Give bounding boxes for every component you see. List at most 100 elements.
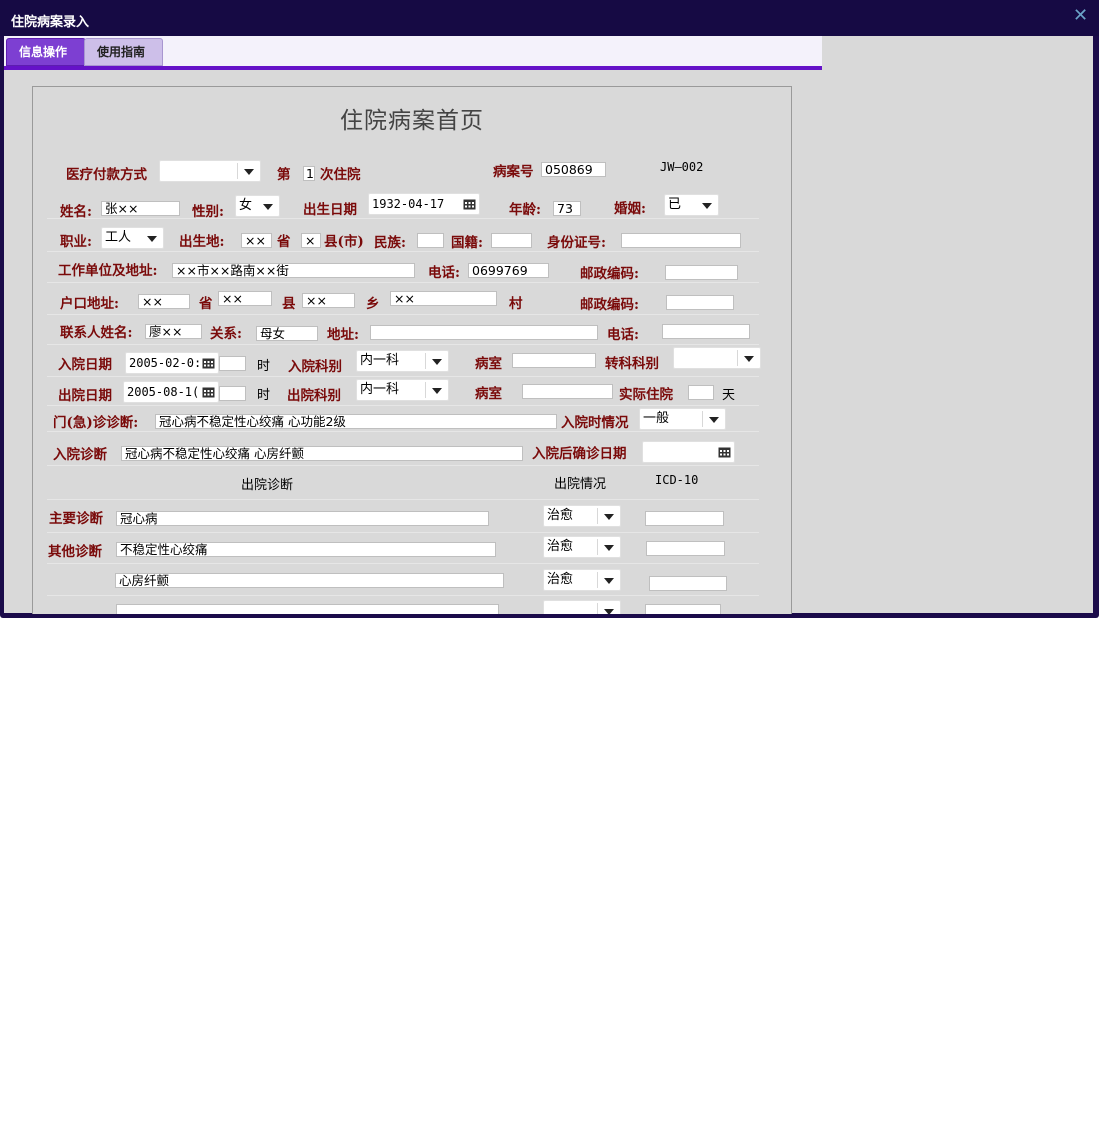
hukou-label: 户口地址:	[60, 296, 119, 312]
ward-input[interactable]	[512, 353, 596, 368]
actual-stay-input[interactable]	[688, 385, 714, 400]
tab-info-operation[interactable]: 信息操作	[6, 38, 86, 66]
nationality-input[interactable]	[491, 233, 532, 248]
discharge-date-value: 2005-08-1(	[127, 385, 200, 399]
ethnic-input[interactable]	[417, 233, 444, 248]
transfer-dept-select[interactable]	[673, 347, 761, 369]
birthplace-county-input[interactable]: ×	[301, 233, 321, 248]
diagnosis-input[interactable]: 心房纤颤	[115, 573, 504, 588]
confirm-date-input[interactable]	[642, 441, 735, 463]
hukou-province-input[interactable]: ××	[138, 294, 190, 309]
diagnosis-outcome-select[interactable]: 治愈	[543, 569, 621, 591]
ward-label: 病室	[475, 356, 502, 372]
icd-input[interactable]	[649, 576, 727, 591]
hukou-city-input[interactable]: ××	[218, 291, 272, 306]
outcome-value: 治愈	[547, 539, 574, 554]
icd-input[interactable]	[645, 511, 724, 526]
admit-date-label: 入院日期	[58, 357, 112, 373]
age-input[interactable]: 73	[553, 201, 581, 216]
row-divider	[47, 532, 759, 533]
contact-name-input[interactable]: 廖××	[145, 324, 202, 339]
window-title: 住院病案录入	[11, 15, 90, 30]
tab-underline	[4, 66, 822, 70]
chevron-down-icon	[604, 578, 614, 584]
ward2-input[interactable]	[522, 384, 613, 399]
admit-diagnosis-input[interactable]: 冠心病不稳定性心绞痛 心房纤颤	[121, 446, 523, 461]
nationality-label: 国籍:	[451, 235, 483, 251]
diagnosis-outcome-select[interactable]: 治愈	[543, 505, 621, 527]
row-divider	[47, 282, 759, 283]
calendar-icon[interactable]	[463, 198, 476, 210]
admit-dept-label: 入院科别	[288, 359, 342, 375]
case-no-label: 病案号	[493, 164, 534, 180]
col-discharge-outcome: 出院情况	[554, 477, 607, 492]
diagnosis-outcome-select[interactable]	[543, 600, 621, 614]
chevron-down-icon	[604, 545, 614, 551]
calendar-icon[interactable]	[202, 386, 215, 398]
ethnic-label: 民族:	[374, 235, 406, 251]
discharge-dept-label: 出院科别	[287, 388, 341, 404]
diagnosis-input[interactable]: 不稳定性心绞痛	[116, 542, 496, 557]
discharge-date-label: 出院日期	[58, 388, 112, 404]
discharge-dept-select[interactable]: 内一科	[356, 379, 449, 401]
discharge-date-input[interactable]: 2005-08-1(	[123, 381, 219, 403]
birth-date-input[interactable]: 1932-04-17	[368, 193, 480, 215]
phone-input[interactable]: 0699769	[468, 263, 549, 278]
address-input[interactable]	[370, 325, 598, 340]
dialog-window: 住院病案录入 ✕ 信息操作 使用指南 住院病案首页 医疗付款方式 第 1 次住院…	[0, 0, 1099, 618]
province-label: 省	[277, 234, 291, 250]
payment-select[interactable]	[159, 160, 261, 182]
chevron-down-icon	[702, 203, 712, 209]
discharge-hour-input[interactable]	[219, 386, 246, 401]
hukou-province-label: 省	[199, 296, 213, 312]
nth-prefix: 第	[277, 167, 291, 183]
postcode-input[interactable]	[665, 265, 738, 280]
icd-input[interactable]	[645, 604, 721, 614]
icd-input[interactable]	[646, 541, 725, 556]
admission-count-input[interactable]: 1	[303, 166, 315, 181]
tab-bar: 信息操作 使用指南	[4, 36, 822, 66]
calendar-icon[interactable]	[718, 446, 731, 458]
name-input[interactable]: 张××	[101, 201, 180, 216]
row-divider	[47, 563, 759, 564]
calendar-icon[interactable]	[202, 357, 215, 369]
other-diagnosis-label: 其他诊断	[48, 544, 102, 560]
admit-hour-input[interactable]	[219, 356, 246, 371]
chevron-down-icon	[604, 609, 614, 614]
row-divider	[47, 251, 759, 252]
postcode2-label: 邮政编码:	[580, 297, 639, 313]
chevron-down-icon	[709, 417, 719, 423]
col-discharge-diagnosis: 出院诊断	[241, 478, 294, 493]
work-input[interactable]: ××市××路南××街	[172, 263, 415, 278]
sex-select[interactable]: 女	[235, 195, 280, 217]
chevron-down-icon	[263, 204, 273, 210]
tab-user-guide[interactable]: 使用指南	[84, 38, 163, 66]
diagnosis-input[interactable]	[116, 604, 499, 614]
hukou-township-input[interactable]: ××	[390, 291, 497, 306]
admit-condition-label: 入院时情况	[561, 415, 629, 431]
admit-date-input[interactable]: 2005-02-0:	[125, 352, 219, 374]
outcome-value: 治愈	[547, 508, 574, 523]
birthplace-province-input[interactable]: ××	[241, 233, 272, 248]
age-label: 年龄:	[509, 202, 541, 218]
diagnosis-input[interactable]: 冠心病	[116, 511, 489, 526]
relation-label: 关系:	[210, 326, 242, 342]
admit-condition-select[interactable]: 一般	[639, 408, 726, 430]
id-number-input[interactable]	[621, 233, 741, 248]
hour-label: 时	[257, 359, 271, 374]
marriage-select[interactable]: 已	[664, 194, 719, 216]
postcode2-input[interactable]	[666, 295, 734, 310]
er-diagnosis-input[interactable]: 冠心病不稳定性心绞痛 心功能2级	[155, 414, 557, 429]
hukou-county-input[interactable]: ××	[302, 293, 355, 308]
contact-phone-input[interactable]	[662, 324, 750, 339]
admit-dept-select[interactable]: 内一科	[356, 350, 449, 372]
relation-input[interactable]: 母女	[256, 326, 318, 341]
chevron-down-icon	[744, 356, 754, 362]
diagnosis-outcome-select[interactable]: 治愈	[543, 536, 621, 558]
admit-condition-value: 一般	[643, 411, 670, 426]
job-select[interactable]: 工人	[101, 227, 164, 249]
actual-stay-label: 实际住院	[619, 387, 673, 403]
contact-phone-label: 电话:	[607, 327, 639, 343]
close-icon[interactable]: ✕	[1073, 7, 1089, 25]
case-no-input[interactable]: 050869	[541, 162, 606, 177]
